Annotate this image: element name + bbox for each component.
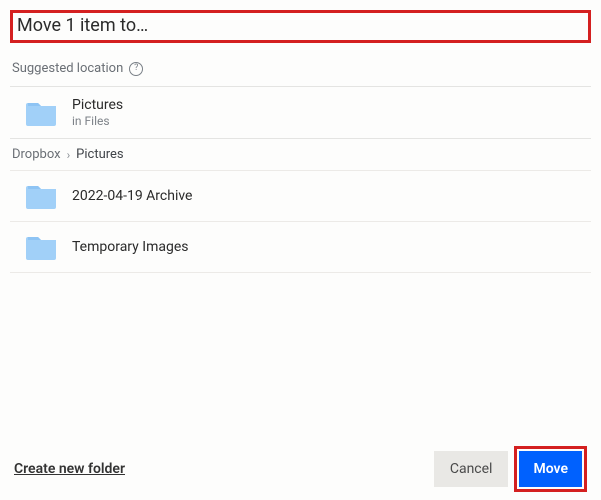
help-icon[interactable]: ? xyxy=(129,62,143,76)
list-item[interactable]: 2022-04-19 Archive xyxy=(10,170,591,221)
suggested-location-label: Suggested location xyxy=(12,61,123,76)
folder-name: Temporary Images xyxy=(72,239,188,255)
suggested-item-sub: in Files xyxy=(72,114,123,128)
suggested-item-text: Pictures in Files xyxy=(72,97,123,128)
folder-list: 2022-04-19 Archive Temporary Images xyxy=(10,170,591,273)
move-highlight-box: Move xyxy=(514,446,587,492)
folder-icon xyxy=(26,100,58,126)
move-button[interactable]: Move xyxy=(519,451,582,487)
dialog-footer: Create new folder Cancel Move xyxy=(10,440,591,500)
suggested-location-header: Suggested location ? xyxy=(10,57,591,86)
breadcrumb-root[interactable]: Dropbox xyxy=(12,147,61,162)
title-highlight-box: Move 1 item to… xyxy=(10,10,591,43)
folder-name: 2022-04-19 Archive xyxy=(72,188,192,204)
breadcrumb-current: Pictures xyxy=(76,147,123,162)
move-dialog: Move 1 item to… Suggested location ? Pic… xyxy=(0,0,601,500)
folder-icon xyxy=(26,183,58,209)
chevron-right-icon: › xyxy=(67,148,71,162)
spacer xyxy=(10,273,591,440)
list-item[interactable]: Temporary Images xyxy=(10,221,591,273)
folder-icon xyxy=(26,234,58,260)
breadcrumb: Dropbox › Pictures xyxy=(10,138,591,170)
cancel-button[interactable]: Cancel xyxy=(434,451,509,487)
suggested-item-name: Pictures xyxy=(72,97,123,113)
create-new-folder-link[interactable]: Create new folder xyxy=(14,461,125,477)
suggested-folder-item[interactable]: Pictures in Files xyxy=(10,87,591,138)
dialog-title: Move 1 item to… xyxy=(17,15,582,36)
